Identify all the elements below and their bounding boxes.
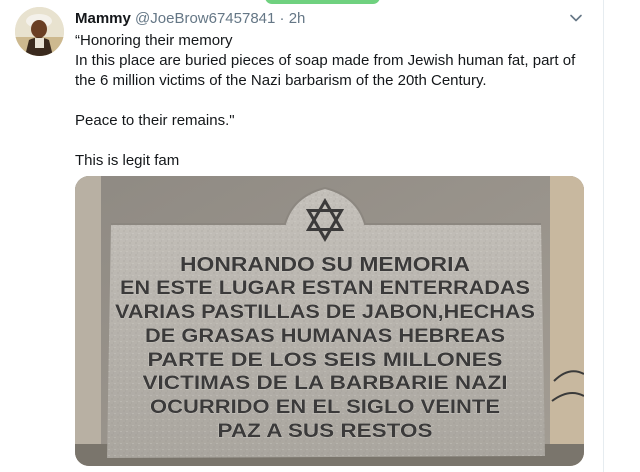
chevron-down-icon[interactable] bbox=[568, 10, 584, 26]
avatar-image bbox=[15, 7, 64, 56]
plaque-line: HONRANDO SU MEMORIA bbox=[180, 254, 470, 276]
plaque-line: PARTE DE LOS SEIS MILLONES bbox=[148, 350, 503, 371]
separator-dot: · bbox=[279, 10, 285, 27]
tweet-text-line: the 6 million victims of the Nazi barbar… bbox=[75, 72, 487, 89]
plaque-line: EN ESTE LUGAR ESTAN ENTERRADAS bbox=[120, 278, 530, 299]
tweet-text-line: Peace to their remains." bbox=[75, 112, 235, 129]
tweet-text: “Honoring their memory In this place are… bbox=[75, 31, 595, 171]
plaque-line: VARIAS PASTILLAS DE JABON,HECHAS bbox=[115, 302, 535, 323]
author-name[interactable]: Mammy bbox=[75, 10, 131, 27]
author-handle[interactable]: @JoeBrow67457841 bbox=[135, 10, 275, 27]
tweet-text-line: This is legit fam bbox=[75, 152, 180, 169]
tweet-text-line: “Honoring their memory bbox=[75, 32, 233, 49]
plaque-line: OCURRIDO EN EL SIGLO VEINTE bbox=[150, 397, 500, 418]
plaque-photo: HONRANDO SU MEMORIA EN ESTE LUGAR ESTAN … bbox=[75, 176, 584, 466]
plaque-line: VICTIMAS DE LA BARBARIE NAZI bbox=[143, 373, 508, 394]
column-divider bbox=[603, 0, 604, 472]
plaque-line: PAZ A SUS RESTOS bbox=[218, 421, 433, 442]
tweet-header: Mammy @JoeBrow67457841 · 2h bbox=[75, 9, 305, 29]
plaque-line: DE GRASAS HUMANAS HEBREAS bbox=[145, 326, 505, 347]
tweet-photo[interactable]: HONRANDO SU MEMORIA EN ESTE LUGAR ESTAN … bbox=[75, 176, 584, 466]
tweet[interactable]: Mammy @JoeBrow67457841 · 2h “Honoring th… bbox=[0, 0, 603, 472]
tweet-text-line: In this place are buried pieces of soap … bbox=[75, 52, 576, 69]
avatar[interactable] bbox=[15, 7, 64, 56]
tweet-timestamp[interactable]: 2h bbox=[289, 10, 306, 27]
